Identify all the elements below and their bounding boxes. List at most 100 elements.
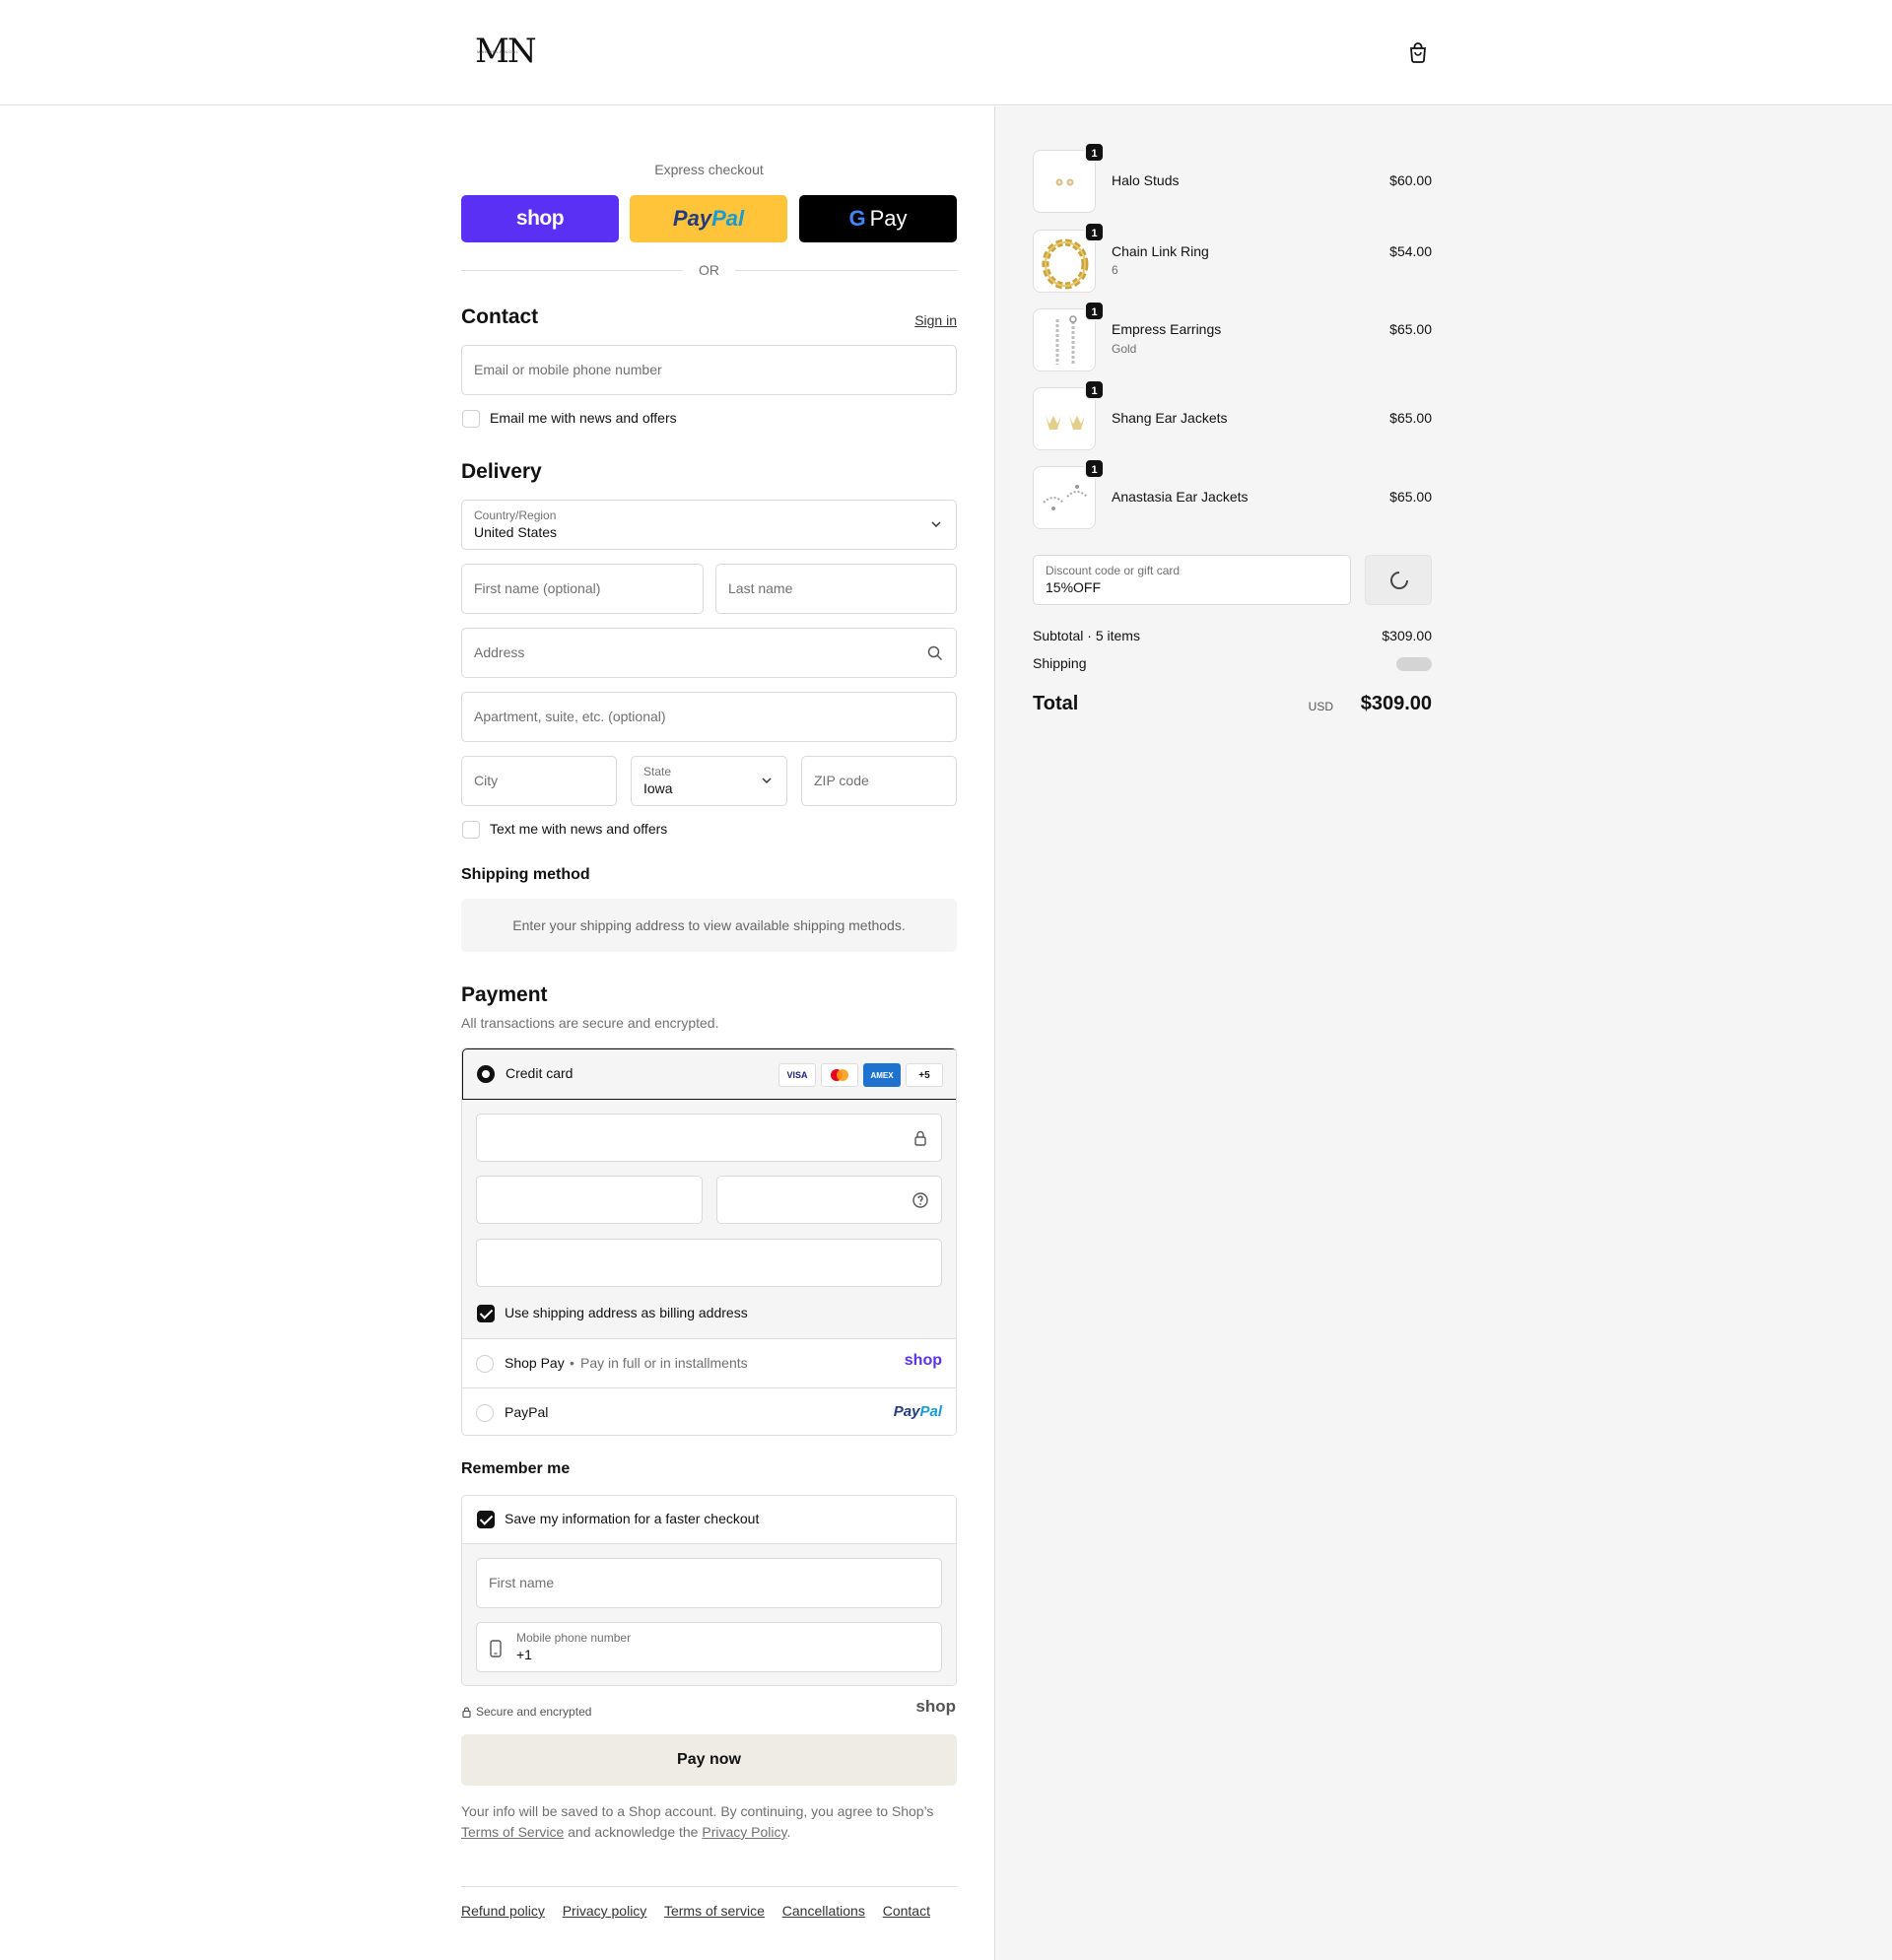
shop-pay-sub: Pay in full or in installments [580, 1355, 748, 1371]
header: MN MANUELA NORI [0, 0, 1892, 105]
store-logo[interactable]: MN MANUELA NORI [475, 34, 546, 69]
cart-item: 1 Anastasia Ear Jackets $65.00 [1033, 458, 1432, 529]
item-price: $60.00 [1389, 172, 1432, 188]
item-price: $65.00 [1389, 410, 1432, 426]
remember-first-name-field[interactable]: First name [476, 1558, 942, 1608]
terms-of-service-link[interactable]: Terms of Service [461, 1824, 564, 1840]
shop-pay-express-button[interactable]: shop [461, 195, 619, 242]
expiration-date-field[interactable] [476, 1176, 703, 1224]
mastercard-icon [821, 1063, 858, 1087]
shop-pay-label: Shop Pay [505, 1355, 565, 1371]
credit-card-radio[interactable] [477, 1065, 495, 1083]
credit-card-form: Use shipping address as billing address [462, 1100, 956, 1339]
shopping-bag-icon[interactable] [1407, 41, 1429, 63]
remember-me-box: Save my information for a faster checkou… [461, 1495, 957, 1686]
footer-divider [461, 1886, 957, 1887]
shipping-method-message: Enter your shipping address to view avai… [461, 899, 957, 952]
quantity-badge: 1 [1084, 142, 1105, 163]
item-name: Anastasia Ear Jackets [1112, 489, 1249, 505]
apartment-field[interactable]: Apartment, suite, etc. (optional) [461, 692, 957, 742]
quantity-badge: 1 [1084, 379, 1105, 400]
billing-same-checkbox[interactable] [477, 1305, 495, 1322]
credit-card-label: Credit card [506, 1065, 574, 1081]
email-news-checkbox[interactable] [462, 410, 480, 428]
contact-heading: Contact [461, 305, 539, 328]
or-divider: OR [461, 261, 957, 279]
item-name: Shang Ear Jackets [1112, 410, 1228, 426]
mobile-phone-icon [490, 1640, 502, 1657]
refund-policy-link[interactable]: Refund policy [461, 1903, 545, 1919]
cart-item: 1 Shang Ear Jackets $65.00 [1033, 379, 1432, 450]
item-price: $65.00 [1389, 489, 1432, 505]
order-summary-panel [994, 106, 1892, 1960]
discount-code-field[interactable]: Discount code or gift card 15%OFF [1033, 555, 1351, 605]
name-on-card-field[interactable] [476, 1239, 942, 1287]
help-circle-icon[interactable] [912, 1191, 929, 1209]
shop-pay-option[interactable]: Shop Pay • Pay in full or in installment… [462, 1339, 956, 1388]
secure-encrypted-label: Secure and encrypted [476, 1705, 592, 1719]
total-value: $309.00 [1360, 693, 1432, 714]
total-currency: USD [1308, 700, 1333, 713]
country-select[interactable]: Country/Region United States [461, 500, 957, 550]
quantity-badge: 1 [1084, 458, 1105, 479]
city-field[interactable]: City [461, 756, 617, 806]
remember-me-heading: Remember me [461, 1460, 571, 1477]
subtotal-row: Subtotal · 5 items $309.00 [1033, 628, 1432, 643]
sign-in-link[interactable]: Sign in [914, 312, 957, 328]
paypal-label: PayPal [505, 1404, 549, 1420]
paypal-logo: PayPal [893, 1403, 942, 1420]
text-news-label: Text me with news and offers [490, 821, 668, 837]
shop-pay-bullet: • [570, 1355, 574, 1371]
payment-heading: Payment [461, 983, 548, 1006]
item-price: $54.00 [1389, 243, 1432, 259]
save-info-checkbox[interactable] [477, 1511, 495, 1528]
contact-link[interactable]: Contact [883, 1903, 930, 1919]
privacy-policy-footer-link[interactable]: Privacy policy [563, 1903, 647, 1919]
save-info-label: Save my information for a faster checkou… [505, 1511, 760, 1526]
shipping-row: Shipping [1033, 655, 1432, 671]
legal-text: Your info will be saved to a Shop accoun… [461, 1803, 934, 1840]
search-icon [927, 645, 943, 661]
last-name-field[interactable]: Last name [715, 564, 957, 614]
shop-pay-logo: shop [904, 1352, 942, 1369]
cancellations-link[interactable]: Cancellations [782, 1903, 865, 1919]
security-code-field[interactable] [716, 1176, 942, 1224]
paypal-option[interactable]: PayPal PayPal [462, 1388, 956, 1435]
card-number-field[interactable] [476, 1114, 942, 1162]
credit-card-option[interactable]: Credit card VISA AMEX +5 [462, 1048, 956, 1100]
lock-icon [914, 1130, 926, 1146]
chevron-down-icon [762, 777, 772, 784]
item-name: Halo Studs [1112, 172, 1180, 188]
mobile-phone-field[interactable]: Mobile phone number +1 [476, 1622, 942, 1672]
item-variant: 6 [1112, 263, 1118, 277]
shop-logo: shop [915, 1697, 956, 1716]
quantity-badge: 1 [1084, 301, 1105, 321]
address-field[interactable]: Address [461, 628, 957, 678]
footer-links: Refund policy Privacy policy Terms of se… [461, 1903, 944, 1919]
quantity-badge: 1 [1084, 222, 1105, 242]
email-field[interactable]: Email or mobile phone number [461, 345, 957, 395]
cart-item: 1 Halo Studs $60.00 [1033, 142, 1432, 213]
text-news-checkbox[interactable] [462, 821, 480, 839]
cart-item: 1 Empress Earrings Gold $65.00 [1033, 301, 1432, 372]
payment-methods: Credit card VISA AMEX +5 Use shipping ad… [461, 1048, 957, 1436]
item-variant: Gold [1112, 342, 1137, 356]
item-name: Chain Link Ring [1112, 243, 1209, 259]
state-select[interactable]: State Iowa [631, 756, 787, 806]
first-name-field[interactable]: First name (optional) [461, 564, 704, 614]
shop-pay-radio[interactable] [476, 1355, 494, 1373]
delivery-heading: Delivery [461, 460, 542, 483]
privacy-policy-link[interactable]: Privacy Policy [702, 1824, 786, 1840]
cart-item: 1 Chain Link Ring 6 $54.00 [1033, 222, 1432, 293]
google-pay-express-button[interactable]: G Pay [799, 195, 957, 242]
logo-subtext: MANUELA NORI [477, 49, 519, 54]
pay-now-button[interactable]: Pay now [461, 1734, 957, 1786]
paypal-radio[interactable] [476, 1404, 494, 1422]
paypal-express-button[interactable]: Pay Pal [630, 195, 787, 242]
zip-field[interactable]: ZIP code [801, 756, 957, 806]
apply-discount-button[interactable] [1365, 555, 1432, 605]
loading-spinner-icon [1390, 572, 1408, 589]
google-g-icon: G [848, 206, 866, 231]
terms-of-service-footer-link[interactable]: Terms of service [664, 1903, 765, 1919]
payment-subtitle: All transactions are secure and encrypte… [461, 1015, 719, 1031]
